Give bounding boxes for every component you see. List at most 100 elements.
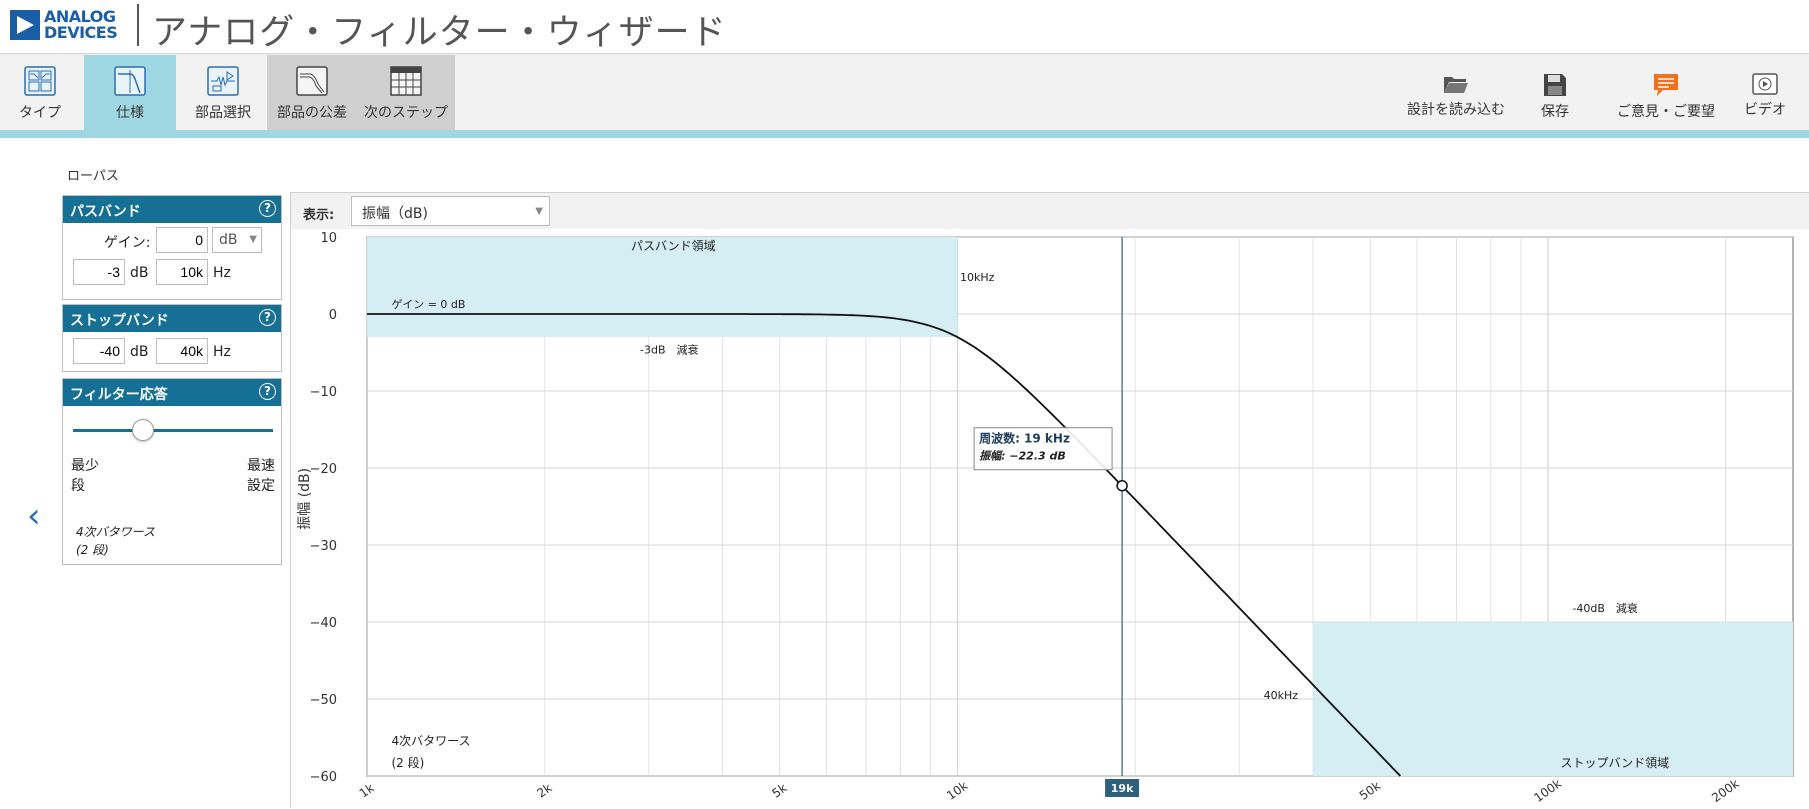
stopband-help-icon[interactable]: ?	[259, 309, 276, 326]
passband-header: パスバンド ?	[63, 196, 281, 223]
x-tick-label: 200k	[1709, 776, 1742, 805]
x-tick-label: 1k	[357, 781, 377, 801]
slider-min-label-line2: 段	[71, 478, 85, 494]
y-tick-label: 10	[320, 231, 337, 246]
magnitude-chart[interactable]: 10 0 −10 −20 −30 −40 −50 −60 1k 2k 5k 10k 50k 100k 200…	[291, 229, 1809, 809]
y-axis-label: 振幅 (dB)	[297, 468, 313, 530]
x-tick-label: 2k	[534, 781, 554, 801]
filter-response-header: フィルター応答 ?	[63, 379, 281, 406]
passband-atten-unit: dB	[130, 265, 149, 281]
tab-tolerance-label: 部品の公差	[277, 105, 347, 121]
cursor-point	[1116, 479, 1128, 492]
y-tick-label: −50	[310, 693, 337, 708]
slider-min-label: 最少 段	[71, 456, 99, 496]
specification-icon	[114, 66, 146, 96]
filter-type-breadcrumb: ローパス	[67, 169, 119, 184]
gain-unit-select[interactable]: dB	[212, 227, 262, 253]
tab-specification-label: 仕様	[116, 105, 144, 121]
slider-max-label-line1: 最速	[247, 458, 275, 474]
filter-response-title: フィルター応答	[70, 387, 168, 403]
folder-open-icon	[1444, 77, 1468, 93]
cursor-frequency-label: 周波数: 19 kHz	[979, 431, 1070, 446]
next-steps-table-icon	[390, 66, 422, 96]
load-design-button[interactable]: 設計を読み込む	[1406, 73, 1506, 119]
load-design-label: 設計を読み込む	[1407, 102, 1505, 118]
filter-type-summary: 4次バタワース (2 段)	[76, 523, 155, 559]
analog-devices-logo[interactable]: ANALOG DEVICES	[10, 8, 122, 42]
y-tick-label: −60	[310, 770, 337, 785]
filter-type-summary-line2: (2 段)	[76, 543, 109, 557]
stopband-atten-unit: dB	[130, 344, 149, 360]
gain-input[interactable]	[156, 227, 208, 253]
passband-freq-input[interactable]	[156, 259, 208, 285]
top-header: ANALOG DEVICES アナログ・フィルター・ウィザード	[0, 0, 1809, 54]
tab-specification[interactable]: 仕様	[84, 55, 176, 130]
logo-text: ANALOG DEVICES	[44, 9, 118, 42]
display-label: 表示:	[303, 208, 335, 223]
stopband-header: ストップバンド ?	[63, 305, 281, 332]
passband-title: パスバンド	[70, 204, 141, 220]
y-tick-label: −10	[310, 385, 337, 400]
y-tick-label: −20	[310, 462, 337, 477]
x-tick-label: 10k	[944, 779, 970, 803]
passband-gain-row: ゲイン: dB	[63, 223, 281, 257]
video-label: ビデオ	[1744, 102, 1786, 118]
video-play-icon	[1752, 73, 1778, 95]
back-arrow-icon[interactable]: ‹	[27, 496, 41, 536]
response-slider-thumb[interactable]	[132, 419, 154, 441]
header-divider	[137, 4, 139, 46]
display-mode-value: 振幅（dB)	[362, 206, 428, 222]
passband-freq-unit: Hz	[213, 265, 231, 281]
feedback-button[interactable]: ご意見・ご要望	[1606, 73, 1726, 121]
chart-area: 表示: 振幅（dB) 100−10−20−30−40−50−601k2k5k10…	[290, 192, 1809, 808]
tab-tolerance[interactable]: 部品の公差	[267, 55, 357, 130]
slider-min-label-line1: 最少	[71, 458, 99, 474]
x-tick-label: 50k	[1357, 779, 1383, 803]
y-tick-label: −30	[310, 539, 337, 554]
gain-annotation: ゲイン = 0 dB	[391, 298, 465, 311]
slider-max-label-line2: 設定	[247, 478, 275, 494]
display-mode-select[interactable]: 振幅（dB)	[351, 196, 550, 226]
cursor-x-badge-label: 19k	[1111, 782, 1134, 795]
feedback-label: ご意見・ご要望	[1617, 104, 1715, 120]
chart-toolbar: 表示: 振幅（dB)	[291, 193, 1809, 229]
floppy-save-icon	[1544, 74, 1566, 96]
tab-next-steps-label: 次のステップ	[364, 105, 448, 121]
stopband-freq-unit: Hz	[213, 344, 231, 360]
logo-line-2: DEVICES	[44, 23, 118, 42]
passband-region-label: パスバンド領域	[631, 238, 716, 253]
filter-response-help-icon[interactable]: ?	[259, 383, 276, 400]
wizard-toolbar: タイプ 仕様 部品選択 部品の公差 次のステップ 設計を読み込む 保存 ご意見・…	[0, 55, 1809, 130]
logo-triangle-icon	[10, 10, 40, 40]
stopband-region	[1312, 622, 1793, 776]
stopband-title: ストップバンド	[70, 313, 169, 329]
toolbar-accent-line	[0, 130, 1809, 138]
response-slider-track[interactable]	[73, 429, 273, 432]
save-button[interactable]: 保存	[1530, 73, 1580, 121]
app-title: アナログ・フィルター・ウィザード	[152, 13, 727, 53]
stopband-region-label: ストップバンド領域	[1560, 755, 1669, 770]
tab-type[interactable]: タイプ	[0, 55, 80, 130]
video-button[interactable]: ビデオ	[1740, 73, 1790, 119]
stop-frequency-annotation: 40kHz	[1264, 689, 1299, 702]
gain-unit-value: dB	[219, 232, 238, 248]
filter-type-icon	[24, 66, 56, 96]
feedback-chat-icon	[1654, 74, 1678, 96]
tab-component-selection[interactable]: 部品選択	[180, 55, 266, 130]
slider-max-label: 最速 設定	[247, 456, 275, 496]
passband-help-icon[interactable]: ?	[259, 200, 276, 217]
y-tick-label: −40	[310, 616, 337, 631]
stopband-atten-input[interactable]	[73, 338, 125, 364]
cursor-amplitude-label: 振幅: −22.3 dB	[979, 450, 1066, 463]
tab-type-label: タイプ	[19, 105, 61, 121]
tab-next-steps[interactable]: 次のステップ	[357, 55, 455, 130]
stopband-atten-annotation: -40dB 減衰	[1572, 601, 1638, 615]
passband-atten-annotation: -3dB 減衰	[640, 343, 699, 357]
x-tick-label: 100k	[1531, 776, 1564, 805]
filter-type-summary-line1: 4次バタワース	[76, 525, 156, 539]
stopband-panel: ストップバンド ? dB Hz	[62, 304, 282, 372]
stopband-freq-input[interactable]	[156, 338, 208, 364]
passband-atten-input[interactable]	[73, 259, 125, 285]
gain-label: ゲイン:	[104, 235, 151, 251]
corner-frequency-annotation: 10kHz	[960, 271, 995, 284]
